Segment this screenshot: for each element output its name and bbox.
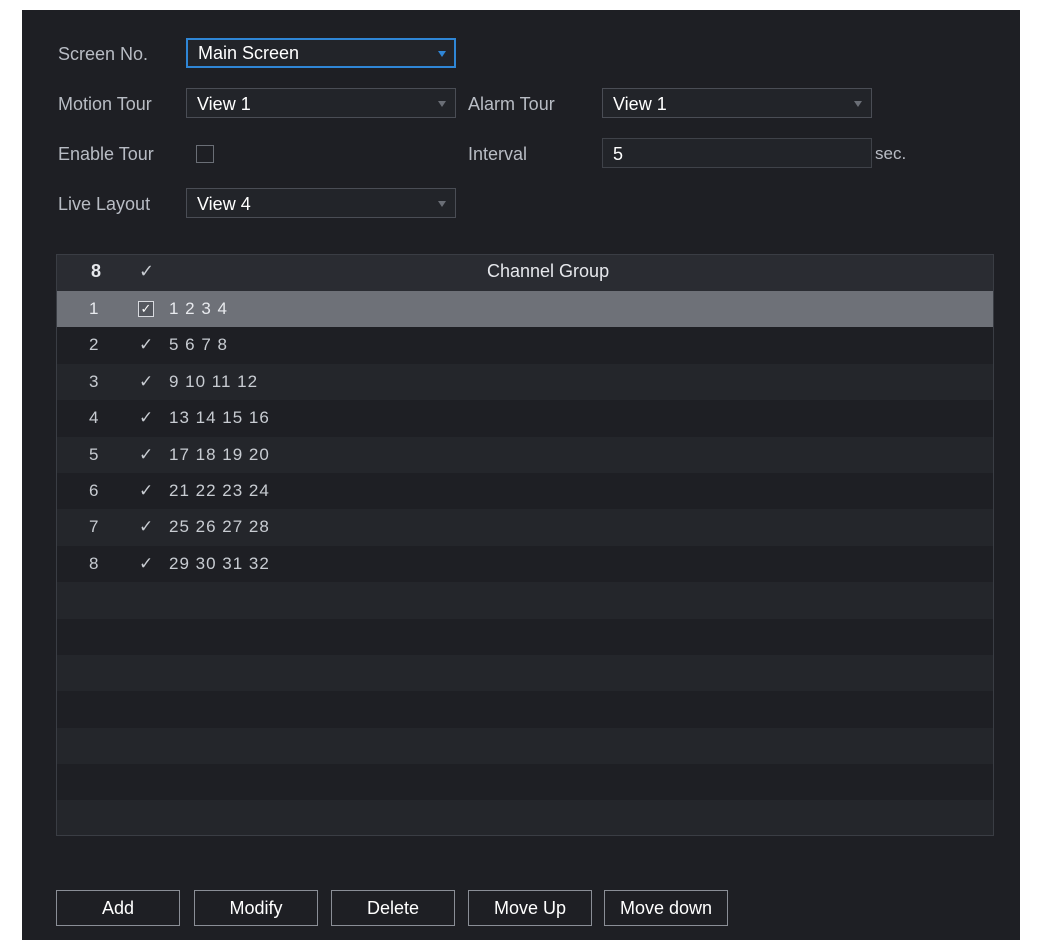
channel-group-value: 5 6 7 8 bbox=[169, 335, 228, 355]
row-number: 2 bbox=[89, 335, 99, 355]
move-up-button[interactable]: Move Up bbox=[468, 890, 592, 926]
live-layout-select[interactable]: View 4 bbox=[186, 188, 456, 218]
chevron-down-icon bbox=[854, 101, 862, 107]
table-row[interactable]: 7 ✓ 25 26 27 28 bbox=[57, 509, 993, 546]
row-number: 3 bbox=[89, 371, 99, 391]
channel-group-value: 1 2 3 4 bbox=[169, 299, 228, 318]
empty-row bbox=[57, 764, 993, 801]
alarm-tour-label: Alarm Tour bbox=[468, 94, 555, 114]
chevron-down-icon bbox=[438, 101, 446, 107]
row-checkbox[interactable]: ✓ bbox=[139, 554, 153, 574]
screen-no-value: Main Screen bbox=[198, 43, 300, 63]
live-layout-value: View 4 bbox=[197, 194, 251, 214]
channel-group-value: 13 14 15 16 bbox=[169, 408, 270, 428]
move-down-button[interactable]: Move down bbox=[604, 890, 728, 926]
empty-row bbox=[57, 727, 993, 765]
table-row[interactable]: 8 ✓ 29 30 31 32 bbox=[57, 545, 993, 583]
channel-group-value: 17 18 19 20 bbox=[169, 444, 270, 464]
table-header: 8 ✓ Channel Group bbox=[57, 255, 993, 291]
interval-label: Interval bbox=[468, 144, 528, 164]
row-checkbox[interactable]: ✓ bbox=[139, 335, 153, 355]
channel-group-header: Channel Group bbox=[487, 261, 610, 281]
row-checkbox[interactable]: ✓ bbox=[139, 481, 153, 501]
screen-no-label: Screen No. bbox=[58, 44, 149, 64]
empty-row bbox=[57, 618, 993, 655]
empty-row bbox=[57, 582, 993, 619]
empty-row bbox=[57, 691, 993, 728]
table-row[interactable]: 1 ✓ 1 2 3 4 bbox=[57, 291, 993, 328]
interval-input[interactable]: 5 bbox=[602, 138, 872, 168]
row-checkbox[interactable]: ✓ bbox=[138, 301, 154, 317]
delete-button[interactable]: Delete bbox=[331, 890, 455, 926]
row-checkbox[interactable]: ✓ bbox=[139, 408, 153, 428]
motion-tour-value: View 1 bbox=[197, 94, 251, 114]
alarm-tour-select[interactable]: View 1 bbox=[602, 88, 872, 118]
table-rows: 1 ✓ 1 2 3 4 2 ✓ 5 6 7 8 3 ✓ 9 10 11 12 4… bbox=[57, 291, 993, 835]
row-checkbox[interactable]: ✓ bbox=[139, 445, 153, 465]
row-checkbox[interactable]: ✓ bbox=[139, 517, 153, 537]
table-row[interactable]: 6 ✓ 21 22 23 24 bbox=[57, 472, 993, 510]
alarm-tour-value: View 1 bbox=[613, 94, 667, 114]
enable-tour-label: Enable Tour bbox=[58, 144, 154, 164]
add-button[interactable]: Add bbox=[56, 890, 180, 926]
select-all-checkbox[interactable]: ✓ bbox=[139, 261, 154, 282]
table-row[interactable]: 4 ✓ 13 14 15 16 bbox=[57, 400, 993, 437]
row-number: 6 bbox=[89, 480, 99, 500]
screen-no-select[interactable]: Main Screen bbox=[186, 38, 456, 68]
row-number: 7 bbox=[89, 517, 99, 537]
table-row[interactable]: 2 ✓ 5 6 7 8 bbox=[57, 327, 993, 364]
row-number: 4 bbox=[89, 408, 99, 428]
interval-unit: sec. bbox=[875, 144, 907, 163]
interval-value: 5 bbox=[613, 144, 624, 164]
chevron-down-icon bbox=[438, 51, 446, 57]
chevron-down-icon bbox=[438, 201, 446, 207]
table-row[interactable]: 3 ✓ 9 10 11 12 bbox=[57, 363, 993, 401]
enable-tour-checkbox[interactable] bbox=[196, 145, 214, 163]
row-number: 5 bbox=[89, 444, 99, 464]
row-checkbox[interactable]: ✓ bbox=[139, 372, 153, 392]
motion-tour-select[interactable]: View 1 bbox=[186, 88, 456, 118]
empty-row bbox=[57, 800, 993, 835]
channel-group-table: 8 ✓ Channel Group 1 ✓ 1 2 3 4 2 ✓ 5 6 7 … bbox=[56, 254, 994, 836]
table-row[interactable]: 5 ✓ 17 18 19 20 bbox=[57, 436, 993, 473]
modify-button[interactable]: Modify bbox=[194, 890, 318, 926]
channel-group-value: 29 30 31 32 bbox=[169, 553, 270, 573]
live-layout-label: Live Layout bbox=[58, 194, 151, 214]
motion-tour-label: Motion Tour bbox=[58, 94, 152, 114]
row-count-header: 8 bbox=[91, 261, 102, 281]
channel-group-value: 25 26 27 28 bbox=[169, 517, 270, 537]
channel-group-value: 9 10 11 12 bbox=[169, 371, 259, 391]
row-number: 1 bbox=[89, 299, 99, 318]
channel-group-value: 21 22 23 24 bbox=[169, 480, 270, 500]
empty-row bbox=[57, 654, 993, 692]
row-number: 8 bbox=[89, 553, 99, 573]
